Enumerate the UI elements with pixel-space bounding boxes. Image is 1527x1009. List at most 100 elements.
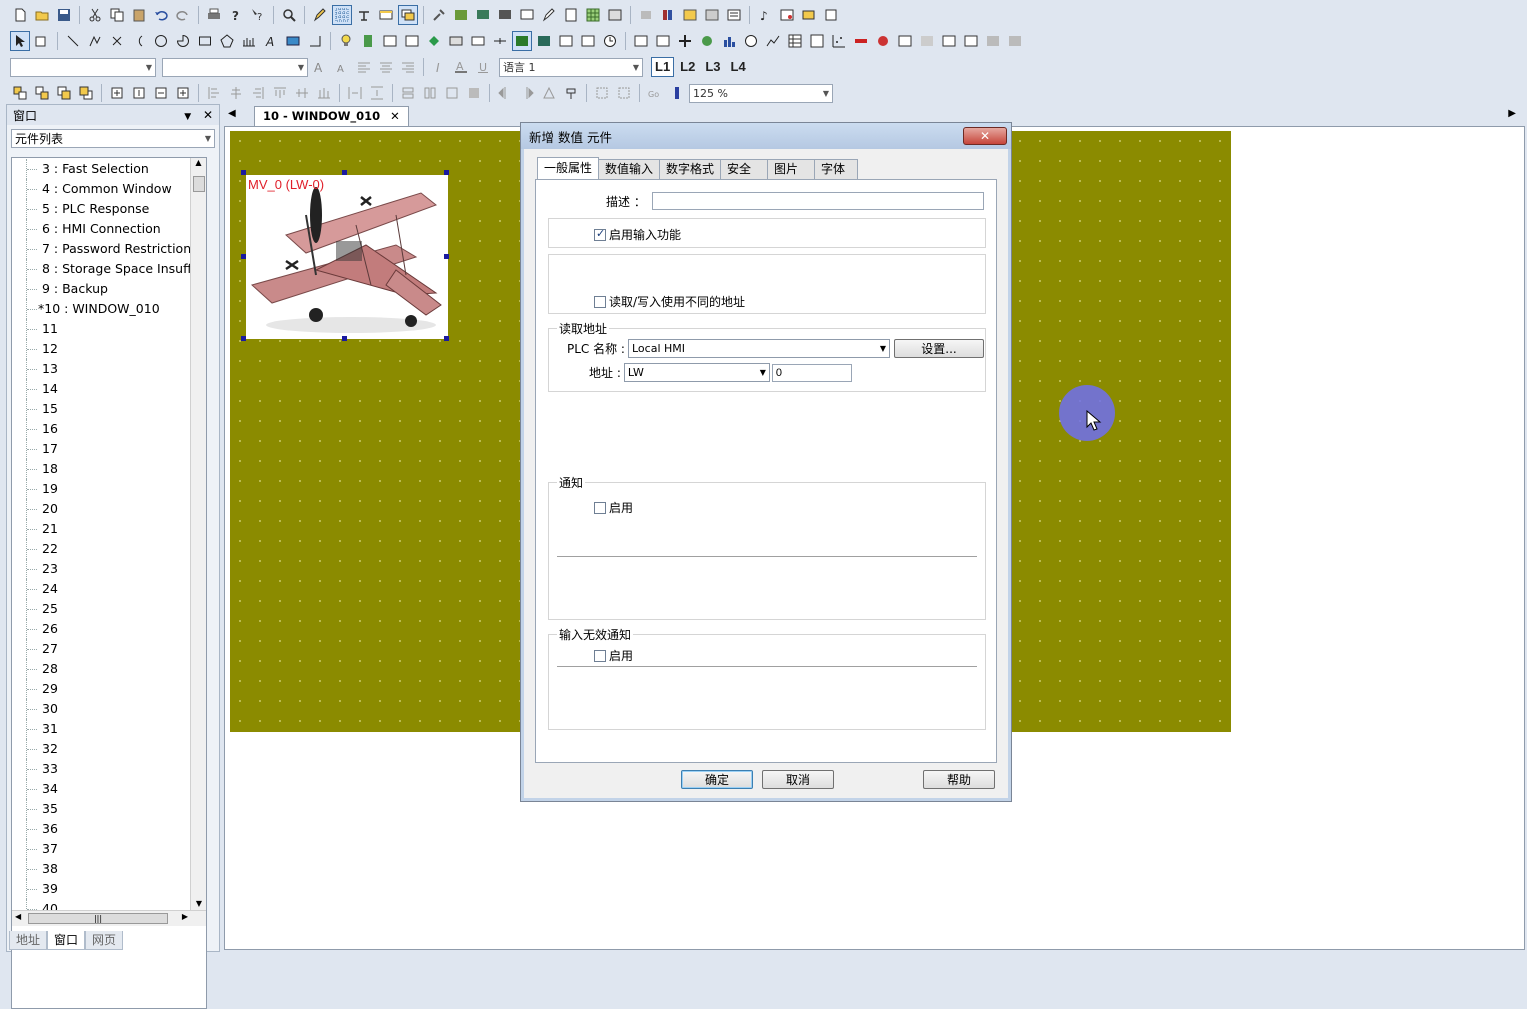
tools-icon[interactable]	[429, 5, 449, 25]
ungroup-icon[interactable]	[32, 83, 52, 103]
history-icon[interactable]	[653, 31, 673, 51]
zoom-icon[interactable]	[667, 83, 687, 103]
address-type-select[interactable]: LW ▼	[623, 363, 770, 382]
function-key-icon[interactable]	[424, 31, 444, 51]
music-note-icon[interactable]: ♪	[755, 5, 775, 25]
tree-item[interactable]: 33	[12, 759, 206, 779]
tree-item[interactable]: 14	[12, 379, 206, 399]
circle-icon[interactable]	[151, 31, 171, 51]
align-left-icon[interactable]	[354, 57, 374, 77]
cancel-button[interactable]: 取消	[762, 770, 834, 789]
scroll-down-icon[interactable]: ▼	[191, 899, 206, 908]
tree-item[interactable]: 6 : HMI Connection	[12, 219, 206, 239]
tree-item[interactable]: 23	[12, 559, 206, 579]
meter-icon[interactable]	[741, 31, 761, 51]
tree-item[interactable]: 5 : PLC Response	[12, 199, 206, 219]
scroll-left-icon[interactable]: ◀	[15, 912, 21, 921]
align-objects-top-icon[interactable]	[270, 83, 290, 103]
grey-tool-icon[interactable]	[983, 31, 1003, 51]
file-browser-icon[interactable]	[961, 31, 981, 51]
alarm-bar-icon[interactable]	[851, 31, 871, 51]
snap-icon[interactable]	[354, 5, 374, 25]
fit-2-icon[interactable]	[614, 83, 634, 103]
grid-icon[interactable]	[332, 5, 352, 25]
vertical-scroll-thumb[interactable]	[193, 176, 205, 192]
align-objects-bottom-icon[interactable]	[314, 83, 334, 103]
data-table-icon[interactable]	[785, 31, 805, 51]
same-width-icon[interactable]	[398, 83, 418, 103]
ok-button[interactable]: 确定	[681, 770, 753, 789]
library-icon[interactable]	[658, 5, 678, 25]
tree-vertical-scrollbar[interactable]: ▲ ▼	[190, 158, 206, 910]
tree-item[interactable]: 17	[12, 439, 206, 459]
align-objects-center-icon[interactable]	[226, 83, 246, 103]
align-vcenter-icon[interactable]	[173, 83, 193, 103]
tab-scroll-right-icon[interactable]: ▶	[1508, 108, 1516, 119]
tree-item[interactable]: 7 : Password Restriction	[12, 239, 206, 259]
notify-enable-checkbox[interactable]	[594, 501, 606, 514]
download-icon[interactable]	[517, 5, 537, 25]
dock-tab-window[interactable]: 窗口	[47, 931, 86, 950]
line-icon[interactable]	[63, 31, 83, 51]
zoom-combo[interactable]: 125 % ▼	[689, 83, 833, 103]
pin-icon[interactable]	[561, 83, 581, 103]
document-tab[interactable]: 10 - WINDOW_010 ✕	[254, 106, 409, 126]
tree-item[interactable]: 13	[12, 359, 206, 379]
polyline-icon[interactable]	[85, 31, 105, 51]
tree-item[interactable]: 32	[12, 739, 206, 759]
tree-item[interactable]: 3 : Fast Selection	[12, 159, 206, 179]
bit-lamp-icon[interactable]	[358, 31, 378, 51]
xy-plot-icon[interactable]	[807, 31, 827, 51]
tab-number-format[interactable]: 数字格式	[659, 159, 722, 179]
clock-icon[interactable]	[600, 31, 620, 51]
note-edit-icon[interactable]	[821, 5, 841, 25]
redo-icon[interactable]	[173, 5, 193, 25]
dialog-close-button[interactable]: ✕	[963, 127, 1007, 145]
compile-icon[interactable]	[451, 5, 471, 25]
line-chart-icon[interactable]	[763, 31, 783, 51]
resize-handle[interactable]	[444, 170, 449, 175]
dock-tab-webpage[interactable]: 网页	[85, 931, 124, 950]
tree-item[interactable]: 8 : Storage Space Insufficie	[12, 259, 206, 279]
offline-sim-icon[interactable]	[473, 5, 493, 25]
font-color-icon[interactable]: A	[451, 57, 471, 77]
resize-handle[interactable]	[342, 336, 347, 341]
tree-item[interactable]: 15	[12, 399, 206, 419]
font-grow-icon[interactable]: A	[310, 57, 330, 77]
dock-menu-icon[interactable]: ▼	[184, 112, 191, 122]
move-icon[interactable]	[675, 31, 695, 51]
resize-handle[interactable]	[241, 170, 246, 175]
scroll-up-icon[interactable]: ▲	[191, 158, 206, 172]
invalid-enable-checkbox[interactable]	[594, 649, 606, 662]
cut-icon[interactable]	[85, 5, 105, 25]
address-input[interactable]	[771, 363, 852, 382]
tree-item[interactable]: 18	[12, 459, 206, 479]
tree-item[interactable]: 36	[12, 819, 206, 839]
tree-item[interactable]: 25	[12, 599, 206, 619]
image-icon[interactable]	[283, 31, 303, 51]
new-file-icon[interactable]	[10, 5, 30, 25]
tab-general[interactable]: 一般属性	[537, 157, 600, 179]
list-icon[interactable]	[724, 5, 744, 25]
tree-item[interactable]: 27	[12, 639, 206, 659]
align-right-icon[interactable]	[398, 57, 418, 77]
open-folder-icon[interactable]	[32, 5, 52, 25]
align-objects-right-icon[interactable]	[248, 83, 268, 103]
tree-item[interactable]: 4 : Common Window	[12, 179, 206, 199]
bulb-icon[interactable]	[336, 31, 356, 51]
rw-diff-checkbox[interactable]	[594, 295, 606, 308]
tree-item[interactable]: *10 : WINDOW_010	[12, 299, 206, 319]
send-back-icon[interactable]	[76, 83, 96, 103]
enable-input-checkbox[interactable]	[594, 227, 606, 241]
help-icon[interactable]: ?	[226, 5, 246, 25]
trend-icon[interactable]	[631, 31, 651, 51]
online-sim-icon[interactable]	[495, 5, 515, 25]
paste-icon[interactable]	[129, 5, 149, 25]
layer-l1-button[interactable]: L1	[651, 57, 675, 77]
tree-item[interactable]: 24	[12, 579, 206, 599]
animation-icon[interactable]	[697, 31, 717, 51]
description-input[interactable]	[651, 192, 984, 210]
scale-icon[interactable]	[239, 31, 259, 51]
tree-item[interactable]: 34	[12, 779, 206, 799]
flip-h-icon[interactable]	[495, 83, 515, 103]
